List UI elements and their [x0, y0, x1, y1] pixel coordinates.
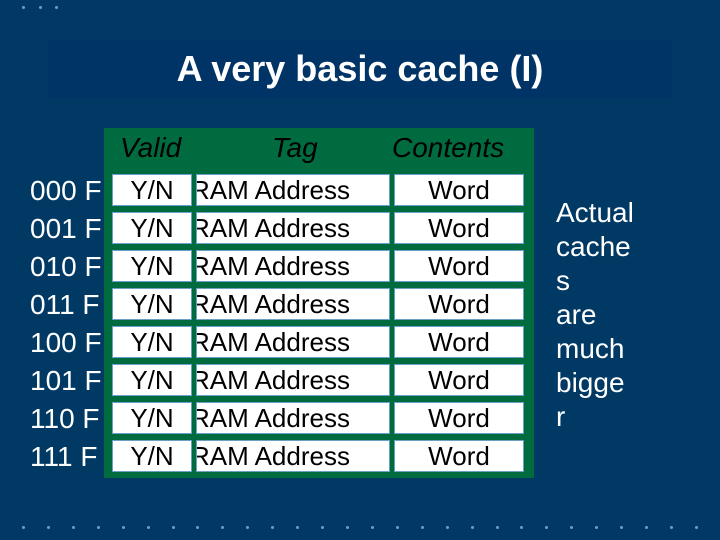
- cell-tag: RAM Address: [196, 402, 390, 434]
- cell-contents: Word: [394, 402, 524, 434]
- side-note-line: cache: [556, 230, 696, 264]
- cell-tag: RAM Address: [196, 250, 390, 282]
- table-row: Y/NRAM AddressWord: [104, 438, 534, 476]
- cell-valid: Y/N: [112, 288, 192, 320]
- cell-tag: RAM Address: [196, 174, 390, 206]
- table-row: Y/NRAM AddressWord: [104, 172, 534, 210]
- cell-tag: RAM Address: [196, 326, 390, 358]
- cell-valid: Y/N: [112, 364, 192, 396]
- slide-title: A very basic cache (I): [177, 48, 544, 90]
- cell-valid: Y/N: [112, 402, 192, 434]
- table-row: Y/NRAM AddressWord: [104, 400, 534, 438]
- row-index-label: 010 F: [30, 248, 102, 286]
- cell-contents: Word: [394, 250, 524, 282]
- side-note-line: s: [556, 264, 696, 298]
- cell-contents: Word: [394, 440, 524, 472]
- cache-table-body: Y/NRAM AddressWordY/NRAM AddressWordY/NR…: [104, 172, 534, 476]
- table-row: Y/NRAM AddressWord: [104, 286, 534, 324]
- side-note: Actualcachesaremuchbigger: [556, 196, 696, 434]
- cell-valid: Y/N: [112, 326, 192, 358]
- cell-contents: Word: [394, 288, 524, 320]
- table-row: Y/NRAM AddressWord: [104, 210, 534, 248]
- decoration-dots-bottom: [22, 526, 698, 529]
- decoration-dots-top: [22, 6, 58, 9]
- row-index-label: 001 F: [30, 210, 102, 248]
- row-index-label: 011 F: [30, 286, 102, 324]
- side-note-line: r: [556, 400, 696, 434]
- header-valid: Valid: [120, 132, 181, 164]
- header-contents: Contents: [392, 132, 504, 164]
- table-row: Y/NRAM AddressWord: [104, 248, 534, 286]
- cell-contents: Word: [394, 212, 524, 244]
- row-index-label: 111 F: [30, 438, 102, 476]
- side-note-line: much: [556, 332, 696, 366]
- side-note-line: Actual: [556, 196, 696, 230]
- header-tag: Tag: [272, 132, 318, 164]
- cell-contents: Word: [394, 364, 524, 396]
- title-bar: A very basic cache (I): [48, 40, 672, 98]
- row-index-label: 100 F: [30, 324, 102, 362]
- row-index-labels: 000 F001 F010 F011 F100 F101 F110 F111 F: [30, 172, 102, 476]
- cell-valid: Y/N: [112, 250, 192, 282]
- row-index-label: 110 F: [30, 400, 102, 438]
- row-index-label: 101 F: [30, 362, 102, 400]
- table-row: Y/NRAM AddressWord: [104, 324, 534, 362]
- cell-tag: RAM Address: [196, 364, 390, 396]
- side-note-line: bigge: [556, 366, 696, 400]
- cell-valid: Y/N: [112, 440, 192, 472]
- cell-tag: RAM Address: [196, 440, 390, 472]
- cell-tag: RAM Address: [196, 212, 390, 244]
- row-index-label: 000 F: [30, 172, 102, 210]
- cell-valid: Y/N: [112, 174, 192, 206]
- cell-valid: Y/N: [112, 212, 192, 244]
- table-headers: Valid Tag Contents: [104, 128, 534, 168]
- table-row: Y/NRAM AddressWord: [104, 362, 534, 400]
- cell-contents: Word: [394, 174, 524, 206]
- side-note-line: are: [556, 298, 696, 332]
- cell-tag: RAM Address: [196, 288, 390, 320]
- cell-contents: Word: [394, 326, 524, 358]
